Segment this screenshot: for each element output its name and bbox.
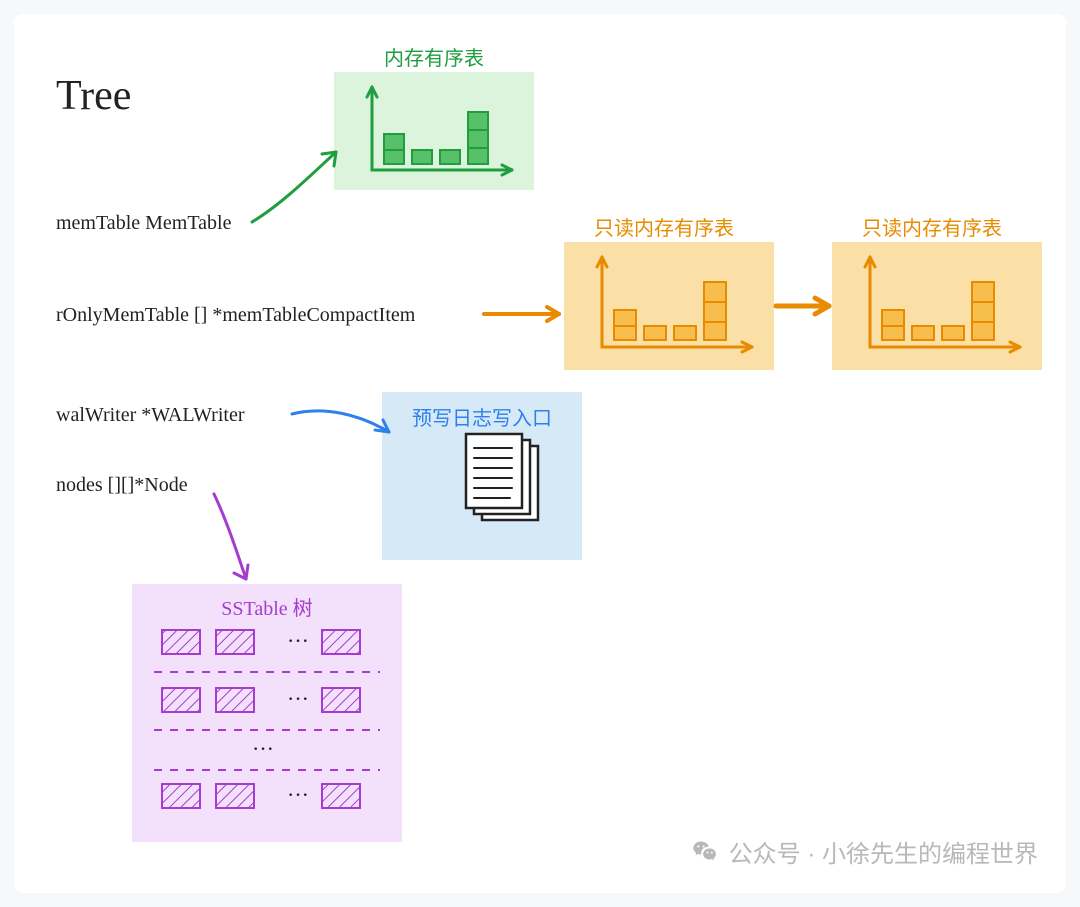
wechat-icon bbox=[691, 838, 719, 866]
watermark-text: 公众号 · 小徐先生的编程世界 bbox=[729, 834, 1038, 869]
diagram-canvas: Tree memTable MemTable rOnlyMemTable [] … bbox=[14, 14, 1066, 893]
arrows-overlay bbox=[14, 14, 1066, 894]
watermark: 公众号 · 小徐先生的编程世界 bbox=[691, 834, 1038, 869]
